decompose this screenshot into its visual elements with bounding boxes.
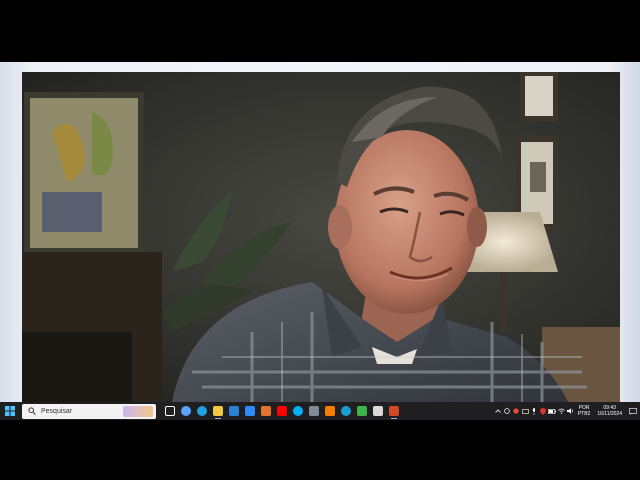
speaker-icon[interactable] <box>566 402 575 420</box>
photos-icon[interactable] <box>306 402 322 420</box>
video-still-image <box>22 72 620 402</box>
photos-icon-glyph <box>309 406 319 416</box>
letterbox-top <box>0 0 640 62</box>
language-indicator[interactable]: POR PTB2 <box>578 405 591 417</box>
screen: Pesquisar POR PTB2 09:43 16/11/2024 <box>0 62 640 420</box>
shield-icon[interactable] <box>539 402 548 420</box>
clock-date: 16/11/2024 <box>597 411 622 417</box>
mail-icon[interactable] <box>226 402 242 420</box>
search-box[interactable]: Pesquisar <box>22 403 156 419</box>
powerpoint-icon[interactable] <box>386 402 402 420</box>
task-view-icon-glyph <box>165 406 175 416</box>
mail-icon-glyph <box>229 406 239 416</box>
microphone-icon[interactable] <box>530 402 539 420</box>
zoom-icon-glyph <box>245 406 255 416</box>
file-explorer-icon[interactable] <box>210 402 226 420</box>
display-icon[interactable] <box>521 402 530 420</box>
search-icon <box>26 405 38 417</box>
youtube-icon[interactable] <box>274 402 290 420</box>
skype-icon[interactable] <box>290 402 306 420</box>
copilot-icon-glyph <box>181 406 191 416</box>
search-placeholder: Pesquisar <box>41 407 73 415</box>
edge-icon[interactable] <box>194 402 210 420</box>
windows-icon <box>5 406 15 416</box>
battery-icon[interactable] <box>548 402 557 420</box>
app-tray-icon[interactable] <box>512 402 521 420</box>
youtube-icon-glyph <box>277 406 287 416</box>
task-view-icon[interactable] <box>162 402 178 420</box>
media-player-icon-glyph <box>341 406 351 416</box>
copilot-icon[interactable] <box>178 402 194 420</box>
notification-icon[interactable] <box>626 402 640 420</box>
network-status-icon[interactable] <box>503 402 512 420</box>
document-icon-glyph <box>373 406 383 416</box>
powerpoint-icon-glyph <box>389 406 399 416</box>
zoom-icon[interactable] <box>242 402 258 420</box>
blogger-icon-glyph <box>325 406 335 416</box>
video-frame[interactable] <box>22 72 620 402</box>
media-player-icon[interactable] <box>338 402 354 420</box>
checkmark-app-icon[interactable] <box>354 402 370 420</box>
wifi-icon[interactable] <box>557 402 566 420</box>
blogger-icon[interactable] <box>322 402 338 420</box>
fox-app-icon-glyph <box>261 406 271 416</box>
system-tray: POR PTB2 09:43 16/11/2024 <box>494 402 640 420</box>
letterbox-bottom <box>0 420 640 480</box>
checkmark-app-icon-glyph <box>357 406 367 416</box>
taskbar: Pesquisar POR PTB2 09:43 16/11/2024 <box>0 402 640 420</box>
skype-icon-glyph <box>293 406 303 416</box>
chevron-up-icon[interactable] <box>494 402 503 420</box>
document-icon[interactable] <box>370 402 386 420</box>
edge-icon-glyph <box>197 406 207 416</box>
fox-app-icon[interactable] <box>258 402 274 420</box>
keyboard-layout: PTB2 <box>577 411 591 417</box>
pinned-apps <box>162 402 402 420</box>
search-highlight-image <box>123 405 153 417</box>
start-button[interactable] <box>0 402 20 420</box>
file-explorer-icon-glyph <box>213 406 223 416</box>
clock[interactable]: 09:43 16/11/2024 <box>597 405 622 417</box>
